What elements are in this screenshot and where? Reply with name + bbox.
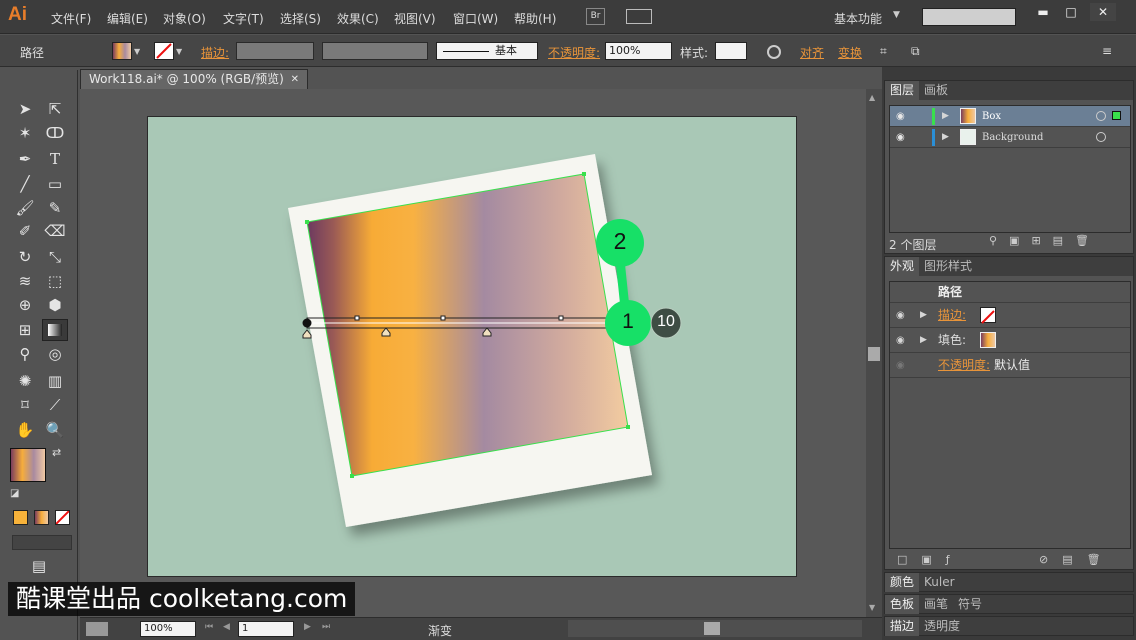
collapsed-panel-swatches[interactable]: 色板 画笔 符号 xyxy=(884,594,1134,614)
horizontal-scrollbar[interactable] xyxy=(568,620,862,637)
layers-panel-tabs: 图层 画板 xyxy=(885,81,1133,100)
tab-transparency[interactable]: 透明度 xyxy=(919,617,965,636)
minimize-button[interactable]: ▬ xyxy=(1030,3,1056,21)
layer-color-bar xyxy=(932,129,935,146)
layer-name-background[interactable]: Background xyxy=(982,127,1043,148)
appearance-fill-row[interactable]: ◉ ▶ 填色: xyxy=(890,328,1130,353)
callout-label-1: 1 xyxy=(622,310,634,333)
scroll-thumb[interactable] xyxy=(868,347,880,361)
appearance-stroke-link[interactable]: 描边: xyxy=(938,303,966,328)
tab-appearance[interactable]: 外观 xyxy=(885,257,920,276)
tab-symbols[interactable]: 符号 xyxy=(953,595,987,614)
layer-name-box[interactable]: Box xyxy=(982,106,1001,127)
tab-graphic-styles[interactable]: 图形样式 xyxy=(919,257,977,276)
layer-row-background[interactable]: ◉ ▶ Background xyxy=(890,127,1130,148)
control-menu-icon[interactable]: ≡ xyxy=(1102,44,1112,58)
layer-color-bar xyxy=(932,108,935,125)
appearance-panel: 外观 图形样式 路径 ◉ ▶ 描边: ◉ ▶ 填色: ◉ 不透明度: 默认值 □▣… xyxy=(884,256,1134,570)
layers-panel: 图层 画板 ◉ ▶ Box ◉ ▶ Background 2 个图层 ⚲▣⊞▤🗑 xyxy=(884,80,1134,254)
visibility-eye-icon[interactable]: ◉ xyxy=(896,127,905,148)
target-icon[interactable] xyxy=(1096,132,1106,142)
layers-footer-icons[interactable]: ⚲▣⊞▤🗑 xyxy=(989,234,1101,247)
tab-layers[interactable]: 图层 xyxy=(885,81,920,100)
tab-kuler[interactable]: Kuler xyxy=(919,573,960,592)
collapsed-panel-color[interactable]: 颜色 Kuler xyxy=(884,572,1134,592)
selected-art-indicator xyxy=(1112,111,1121,120)
appearance-opacity-value: 默认值 xyxy=(994,358,1031,372)
status-bar: 100% ⏮ ◀ 1 ▶ ⏭ 渐变 xyxy=(80,617,882,640)
search-input[interactable] xyxy=(922,8,1016,26)
appearance-fill-label: 填色: xyxy=(938,333,967,347)
appearance-title-row: 路径 xyxy=(890,282,1130,303)
maximize-button[interactable]: □ xyxy=(1058,3,1084,21)
scroll-down-icon[interactable]: ▼ xyxy=(869,603,875,612)
status-options-icon[interactable] xyxy=(86,622,108,636)
tab-stroke[interactable]: 描边 xyxy=(885,617,920,636)
artwork xyxy=(288,154,682,527)
chevron-down-icon[interactable]: ▼ xyxy=(893,10,900,20)
layer-thumbnail xyxy=(960,129,976,145)
expand-triangle-icon[interactable]: ▶ xyxy=(920,328,927,353)
collapsed-panel-stroke[interactable]: 描边 透明度 xyxy=(884,616,1134,636)
artboard-number-select[interactable]: 1 xyxy=(238,621,294,637)
fill-gradient-swatch[interactable] xyxy=(980,332,996,348)
visibility-eye-icon[interactable]: ◉ xyxy=(896,303,905,328)
watermark: 酷课堂出品 coolketang.com xyxy=(8,582,356,616)
visibility-eye-icon[interactable]: ◉ xyxy=(896,106,905,127)
scroll-up-icon[interactable]: ▲ xyxy=(869,93,875,102)
visibility-eye-icon: ◉ xyxy=(896,360,905,371)
visibility-eye-icon[interactable]: ◉ xyxy=(896,328,905,353)
callout-label-2: 2 xyxy=(613,228,627,254)
expand-triangle-icon[interactable]: ▶ xyxy=(920,303,927,328)
layer-row-box[interactable]: ◉ ▶ Box xyxy=(890,106,1130,127)
appearance-opacity-link[interactable]: 不透明度: xyxy=(938,353,990,378)
appearance-list: 路径 ◉ ▶ 描边: ◉ ▶ 填色: ◉ 不透明度: 默认值 xyxy=(889,281,1131,549)
appearance-title: 路径 xyxy=(938,285,963,299)
current-tool-status: 渐变 xyxy=(428,624,453,638)
h-scroll-thumb[interactable] xyxy=(704,622,720,635)
appearance-stroke-row[interactable]: ◉ ▶ 描边: xyxy=(890,303,1130,328)
tab-brushes[interactable]: 画笔 xyxy=(919,595,953,614)
appearance-panel-tabs: 外观 图形样式 xyxy=(885,257,1133,276)
gradient-box[interactable] xyxy=(306,173,629,477)
prev-artboard-icon[interactable]: ◀ xyxy=(223,622,230,632)
callout-label-10: 10 xyxy=(657,313,675,330)
layers-list: ◉ ▶ Box ◉ ▶ Background xyxy=(889,105,1131,233)
tab-color[interactable]: 颜色 xyxy=(885,573,920,592)
none-stroke-icon[interactable] xyxy=(980,307,996,324)
close-button[interactable]: ✕ xyxy=(1090,3,1116,21)
expand-triangle-icon[interactable]: ▶ xyxy=(942,127,949,148)
arrange-icon[interactable]: ⧉ xyxy=(911,44,920,59)
layer-count: 2 个图层 xyxy=(889,238,937,252)
target-icon[interactable] xyxy=(1096,111,1106,121)
next-artboard-icon[interactable]: ▶ xyxy=(304,622,311,632)
first-artboard-icon[interactable]: ⏮ xyxy=(205,622,213,632)
vertical-scrollbar[interactable]: ▲ ▼ xyxy=(866,89,882,617)
tab-artboards[interactable]: 画板 xyxy=(919,81,953,100)
expand-triangle-icon[interactable]: ▶ xyxy=(942,106,949,127)
layer-thumbnail xyxy=(960,108,976,124)
tab-swatches[interactable]: 色板 xyxy=(885,595,920,614)
appearance-footer-icons[interactable]: □▣ƒ xyxy=(897,553,964,566)
appearance-opacity-row[interactable]: ◉ 不透明度: 默认值 xyxy=(890,353,1130,378)
appearance-footer-right-icons[interactable]: ⊘▤🗑 xyxy=(1039,553,1115,566)
zoom-select[interactable]: 100% xyxy=(140,621,196,637)
last-artboard-icon[interactable]: ⏭ xyxy=(322,622,330,632)
